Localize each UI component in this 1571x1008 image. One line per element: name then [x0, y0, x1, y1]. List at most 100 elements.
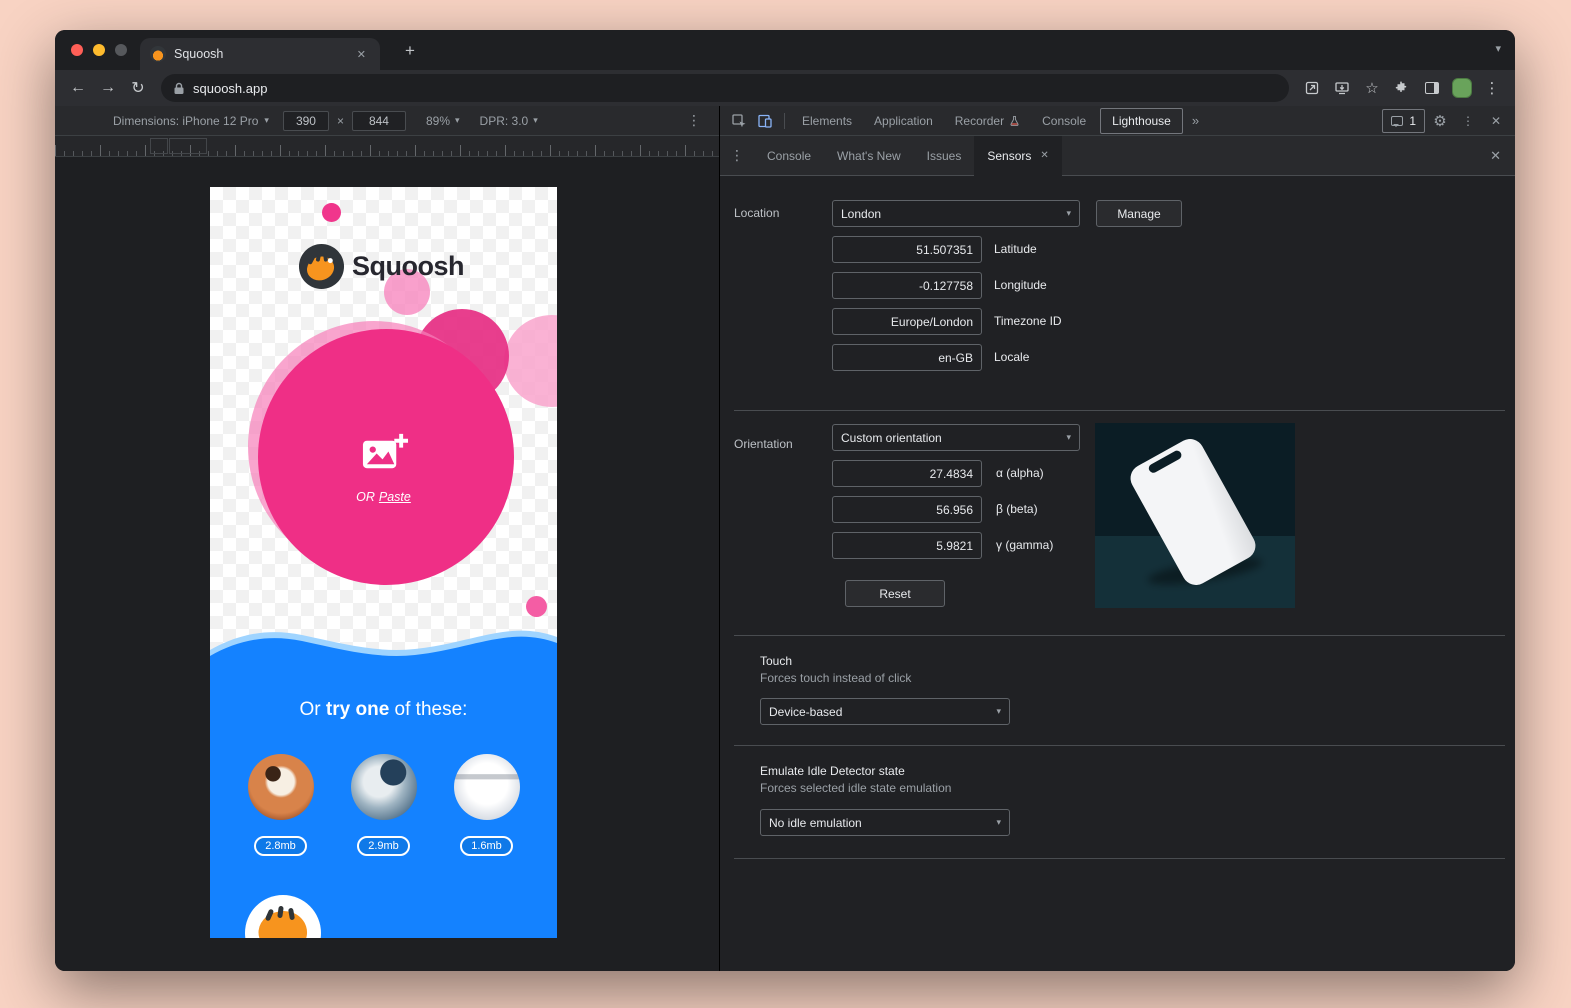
issues-count: 1: [1409, 114, 1416, 128]
devtools-menu-icon[interactable]: ⋮: [1455, 108, 1481, 134]
alpha-input[interactable]: [832, 460, 982, 487]
locale-input[interactable]: [832, 344, 982, 371]
url-bar[interactable]: squoosh.app: [161, 74, 1289, 102]
inspect-element-icon[interactable]: [726, 108, 752, 134]
section-divider: [734, 635, 1505, 636]
or-paste-line: OR Paste: [210, 490, 557, 504]
sample-image-panda[interactable]: 2.8mb: [248, 754, 314, 856]
section-divider: [734, 858, 1505, 859]
touch-title: Touch: [760, 654, 792, 668]
reset-button[interactable]: Reset: [845, 580, 945, 607]
chevron-down-icon: ▾: [996, 706, 1001, 717]
browser-window: Squoosh ✕ + ▾ ← → ↻ squoosh.app ☆: [55, 30, 1515, 971]
drawer-menu-icon[interactable]: ⋮: [720, 147, 754, 164]
tab-application[interactable]: Application: [863, 106, 944, 136]
tab-elements[interactable]: Elements: [791, 106, 863, 136]
more-tabs-icon[interactable]: »: [1186, 113, 1205, 128]
url-text: squoosh.app: [193, 81, 267, 96]
chevron-down-icon: ▾: [996, 817, 1001, 828]
device-dimensions-dropdown[interactable]: Dimensions: iPhone 12 Pro ▾: [113, 114, 269, 128]
image-upload-button[interactable]: [360, 429, 409, 483]
message-bubble-icon: [1391, 116, 1403, 126]
sample-image-dog-wash[interactable]: 2.9mb: [351, 754, 417, 856]
squoosh-favicon-icon: [150, 46, 166, 62]
install-app-icon[interactable]: [1327, 74, 1357, 102]
drawer-tab-sensors[interactable]: Sensors ✕: [974, 136, 1061, 176]
tab-title: Squoosh: [174, 47, 353, 61]
orientation-phone-preview[interactable]: [1095, 423, 1295, 608]
close-window-button[interactable]: [71, 44, 83, 56]
location-select[interactable]: London ▾: [832, 200, 1080, 227]
viewport-width-input[interactable]: [283, 111, 329, 131]
devtools-close-icon[interactable]: ✕: [1483, 108, 1509, 134]
tab-search-chevron-icon[interactable]: ▾: [1495, 42, 1501, 55]
viewport-height-input[interactable]: [352, 111, 406, 131]
beta-input[interactable]: [832, 496, 982, 523]
devtools-settings-gear-icon[interactable]: ⚙: [1427, 108, 1453, 134]
alpha-label: α (alpha): [996, 466, 1044, 480]
pink-dot-decoration: [322, 203, 341, 222]
touch-select[interactable]: Device-based ▾: [760, 698, 1010, 725]
extensions-puzzle-icon[interactable]: [1387, 74, 1417, 102]
new-tab-button[interactable]: +: [399, 39, 421, 63]
blue-wave-decoration: [210, 628, 557, 670]
tab-lighthouse[interactable]: Lighthouse: [1100, 108, 1183, 134]
drawer-tab-whats-new[interactable]: What's New: [824, 136, 914, 176]
zoom-window-button[interactable]: [115, 44, 127, 56]
devtools-pane: Elements Application Recorder Console Li…: [719, 106, 1515, 971]
bookmark-star-icon[interactable]: ☆: [1357, 74, 1387, 102]
or-text: OR: [356, 490, 375, 504]
tab-recorder[interactable]: Recorder: [944, 106, 1031, 136]
side-panel-icon[interactable]: [1417, 74, 1447, 102]
squoosh-logo: Squoosh: [298, 243, 464, 290]
tab-console[interactable]: Console: [1031, 106, 1097, 136]
close-drawer-icon[interactable]: ✕: [1490, 148, 1515, 164]
browser-tab[interactable]: Squoosh ✕: [140, 38, 380, 70]
chevron-down-icon: ▾: [1066, 208, 1071, 219]
chevron-down-icon: ▾: [264, 115, 269, 126]
try-one-heading: Or try one of these:: [210, 699, 557, 721]
forward-button[interactable]: →: [93, 74, 123, 102]
open-in-new-icon[interactable]: [1297, 74, 1327, 102]
drawer-tab-issues[interactable]: Issues: [914, 136, 975, 176]
idle-subtitle: Forces selected idle state emulation: [760, 781, 951, 795]
drawer-tab-console[interactable]: Console: [754, 136, 824, 176]
profile-avatar[interactable]: [1447, 74, 1477, 102]
ruler-corner: [150, 138, 168, 154]
window-titlebar: Squoosh ✕ + ▾: [55, 30, 1515, 70]
panda-photo[interactable]: [248, 754, 314, 820]
minimize-window-button[interactable]: [93, 44, 105, 56]
latitude-input[interactable]: [832, 236, 982, 263]
dog-wash-photo[interactable]: [351, 754, 417, 820]
dpr-dropdown[interactable]: DPR: 3.0 ▾: [480, 114, 538, 128]
paste-link[interactable]: Paste: [379, 490, 411, 504]
back-button[interactable]: ←: [63, 74, 93, 102]
device-toolbar-menu-icon[interactable]: ⋮: [687, 112, 701, 129]
sample-image-phone[interactable]: 1.6mb: [454, 754, 520, 856]
zoom-value: 89%: [426, 114, 450, 128]
idle-select[interactable]: No idle emulation ▾: [760, 809, 1010, 836]
add-image-icon: [360, 429, 409, 478]
orientation-select[interactable]: Custom orientation ▾: [832, 424, 1080, 451]
longitude-label: Longitude: [994, 278, 1047, 292]
touch-subtitle: Forces touch instead of click: [760, 671, 911, 685]
longitude-input[interactable]: [832, 272, 982, 299]
beta-label: β (beta): [996, 502, 1038, 516]
gamma-label: γ (gamma): [996, 538, 1053, 552]
device-toolbar-toggle-icon[interactable]: [752, 108, 778, 134]
manage-button[interactable]: Manage: [1096, 200, 1182, 227]
dpr-value: DPR: 3.0: [480, 114, 529, 128]
gamma-input[interactable]: [832, 532, 982, 559]
close-sensors-tab-icon[interactable]: ✕: [1040, 150, 1048, 161]
zoom-dropdown[interactable]: 89% ▾: [426, 114, 460, 128]
reload-button[interactable]: ↻: [123, 74, 153, 102]
issues-counter-button[interactable]: 1: [1382, 109, 1425, 133]
tab-close-icon[interactable]: ✕: [353, 46, 370, 63]
ruler-corner: [169, 138, 207, 154]
phone-photo[interactable]: [454, 754, 520, 820]
latitude-label: Latitude: [994, 242, 1037, 256]
location-label: Location: [734, 206, 779, 220]
orientation-label: Orientation: [734, 437, 793, 451]
browser-menu-icon[interactable]: ⋮: [1477, 74, 1507, 102]
timezone-input[interactable]: [832, 308, 982, 335]
